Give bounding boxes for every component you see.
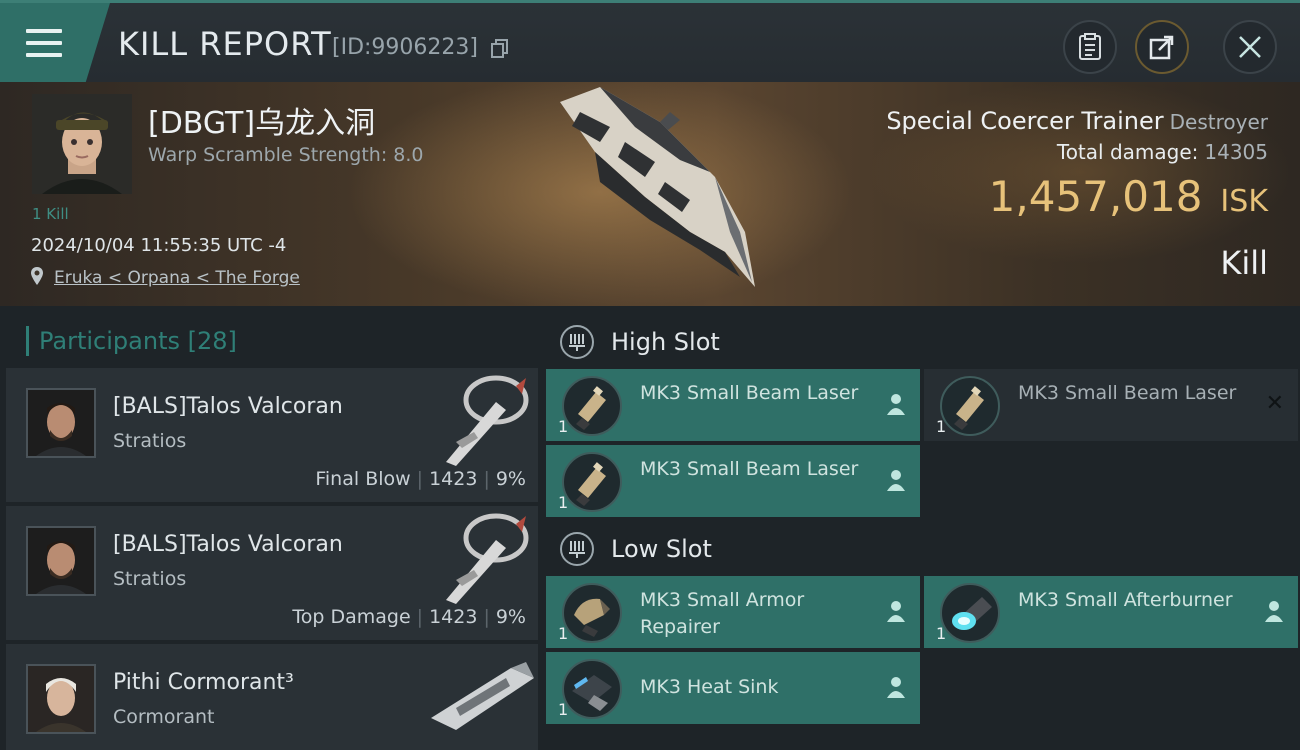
module-item[interactable]: 1 MK3 Heat Sink: [546, 652, 920, 724]
beam-laser-icon: [562, 376, 622, 436]
module-quantity: 1: [558, 700, 569, 719]
participant-avatar: [26, 388, 96, 458]
participant-tag: Final Blow: [315, 468, 411, 490]
participants-label: Participants: [39, 327, 180, 355]
module-name: MK3 Small Afterburner: [1018, 589, 1233, 611]
share-button[interactable]: [1135, 20, 1189, 74]
participant-row[interactable]: [BALS]Talos Valcoran Stratios Top Damage…: [6, 506, 538, 640]
location-link[interactable]: Eruka < Orpana < The Forge: [54, 268, 300, 288]
clipboard-button[interactable]: [1063, 20, 1117, 74]
module-item[interactable]: 1 MK3 Small Armor Repairer: [546, 576, 920, 648]
menu-icon: [26, 28, 62, 57]
participant-ship-image: [431, 662, 534, 730]
total-damage-value: 14305: [1204, 140, 1268, 164]
fitting-panel: High Slot 1 MK3 Small Beam Laser 1 MK3 S…: [540, 306, 1300, 750]
participant-stats: Final Blow | 1423 | 9%: [315, 468, 526, 490]
pilot-icon: [887, 470, 905, 491]
participant-name: [BALS]Talos Valcoran: [113, 394, 343, 419]
victim-ship-name: Special Coercer Trainer Destroyer: [886, 107, 1268, 135]
participants-header: Participants [28]: [26, 326, 237, 356]
destroyed-x-icon: ✕: [1265, 391, 1284, 416]
participants-count: [28]: [187, 327, 237, 355]
clipboard-icon: [1079, 33, 1101, 60]
module-item[interactable]: 1 MK3 Small Beam Laser: [546, 445, 920, 517]
victim-banner: [DBGT]乌龙入洞 Warp Scramble Strength: 8.0 1…: [0, 82, 1300, 306]
pilot-icon: [1265, 601, 1283, 622]
participant-row[interactable]: Pithi Cormorant³ Cormorant: [6, 644, 538, 750]
page-title: KILL REPORT: [118, 25, 332, 63]
participant-name: [BALS]Talos Valcoran: [113, 532, 343, 557]
armor-repairer-icon: [562, 583, 622, 643]
pilot-icon: [887, 601, 905, 622]
participant-damage: 1423: [429, 468, 478, 490]
isk-amount: 1,457,018: [988, 172, 1203, 221]
module-quantity: 1: [936, 417, 947, 436]
victim-avatar[interactable]: [32, 94, 132, 194]
module-item[interactable]: 1 MK3 Small Beam Laser: [546, 369, 920, 441]
total-damage-label: Total damage:: [1056, 140, 1199, 164]
warp-scramble-strength: Warp Scramble Strength: 8.0: [148, 144, 424, 166]
participants-panel: Participants [28] [BALS]Talos Valcoran S…: [0, 306, 540, 750]
total-damage: Total damage: 14305: [1057, 140, 1268, 164]
module-name: MK3 Small Beam Laser: [640, 458, 859, 480]
menu-button[interactable]: [0, 3, 110, 82]
kill-timestamp: 2024/10/04 11:55:35 UTC -4: [31, 235, 287, 256]
participant-tag: Top Damage: [292, 606, 411, 628]
module-quantity: 1: [558, 493, 569, 512]
participant-ship: Cormorant: [113, 706, 215, 728]
high-slot-label: High Slot: [611, 328, 720, 356]
pilot-icon: [887, 394, 905, 415]
pilot-icon: [887, 677, 905, 698]
high-slot-icon: [560, 325, 594, 359]
module-name: MK3 Heat Sink: [640, 676, 779, 698]
victim-ship-image[interactable]: [540, 82, 770, 297]
module-name: MK3 Small Beam Laser: [1018, 382, 1237, 404]
participant-damage: 1423: [429, 606, 478, 628]
close-button[interactable]: [1223, 20, 1277, 74]
victim-name[interactable]: [DBGT]乌龙入洞: [148, 98, 375, 142]
ship-class: Destroyer: [1169, 110, 1268, 134]
participant-name: Pithi Cormorant³: [113, 670, 294, 695]
kill-count: 1 Kill: [32, 205, 69, 223]
share-icon: [1149, 35, 1174, 60]
beam-laser-icon: [940, 376, 1000, 436]
participant-ship-image: [446, 513, 529, 604]
participant-percent: 9%: [495, 468, 526, 490]
participant-avatar: [26, 526, 96, 596]
module-name: MK3 Small Armor Repairer: [640, 589, 805, 638]
low-slot-header: Low Slot: [560, 529, 712, 569]
close-icon: [1239, 36, 1261, 58]
participant-percent: 9%: [495, 606, 526, 628]
high-slot-header: High Slot: [560, 322, 720, 362]
location-pin-icon: [31, 267, 43, 285]
participant-avatar: [26, 664, 96, 734]
participant-ship: Stratios: [113, 568, 187, 590]
report-id: [ID:9906223]: [332, 35, 478, 60]
module-item[interactable]: 1 MK3 Small Afterburner: [924, 576, 1298, 648]
beam-laser-icon: [562, 452, 622, 512]
module-item[interactable]: 1 MK3 Small Beam Laser ✕: [924, 369, 1298, 441]
ship-type: Special Coercer Trainer: [886, 107, 1164, 135]
module-quantity: 1: [558, 624, 569, 643]
module-quantity: 1: [558, 417, 569, 436]
isk-unit: ISK: [1220, 184, 1268, 219]
afterburner-icon: [940, 583, 1000, 643]
kill-result: Kill: [1220, 244, 1268, 282]
low-slot-label: Low Slot: [611, 535, 712, 563]
participant-row[interactable]: [BALS]Talos Valcoran Stratios Final Blow…: [6, 368, 538, 502]
participant-stats: Top Damage | 1423 | 9%: [292, 606, 526, 628]
low-slot-icon: [560, 532, 594, 566]
isk-value: 1,457,018 ISK: [989, 172, 1268, 221]
module-quantity: 1: [936, 624, 947, 643]
copy-icon[interactable]: [491, 39, 509, 59]
participant-ship: Stratios: [113, 430, 187, 452]
module-name: MK3 Small Beam Laser: [640, 382, 859, 404]
top-bar: KILL REPORT [ID:9906223]: [0, 0, 1300, 82]
heat-sink-icon: [562, 659, 622, 719]
participant-ship-image: [446, 375, 529, 466]
